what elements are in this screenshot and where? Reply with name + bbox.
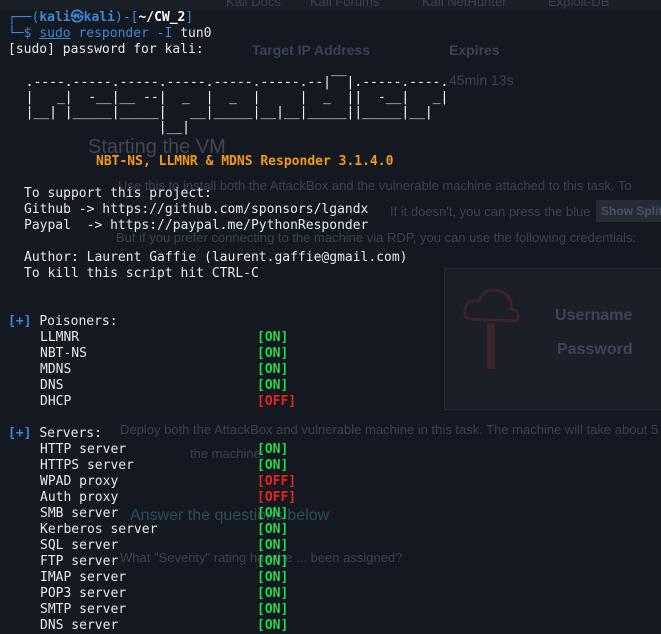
poisoners-tag: [+]	[8, 314, 32, 329]
status-row-label: SQL server	[40, 538, 119, 553]
prompt-bracket: ]	[185, 10, 194, 25]
status-on-badge: [ON]	[257, 538, 289, 553]
support-line: To support this project:	[24, 186, 212, 201]
poisoners-header: [+] Poisoners:	[8, 314, 118, 330]
status-on-badge: [ON]	[257, 522, 289, 537]
status-row: NBT-NS [ON]	[40, 346, 340, 362]
status-on-badge: [ON]	[257, 362, 289, 377]
status-on-badge: [ON]	[257, 602, 289, 617]
status-on-badge: [ON]	[257, 554, 289, 569]
status-row-label: DNS	[40, 378, 64, 393]
status-row: SMTP server [ON]	[40, 602, 340, 618]
support-paypal: Paypal -> https://paypal.me/PythonRespon…	[24, 218, 369, 233]
status-row-label: Kerberos server	[40, 522, 158, 537]
status-row-label: Auth proxy	[40, 490, 119, 505]
sudo-password-prompt: [sudo] password for kali:	[8, 42, 204, 57]
status-row: Kerberos server [ON]	[40, 522, 340, 538]
status-row-label: DHCP	[40, 394, 72, 409]
status-row: HTTP server [ON]	[40, 442, 340, 458]
status-on-badge: [ON]	[257, 346, 289, 361]
status-row-label: IMAP server	[40, 570, 127, 585]
prompt-line: ┌──(kali㉿kali)-[~/CW_2]	[8, 10, 193, 26]
status-row: IMAP server [ON]	[40, 570, 340, 586]
servers-tag: [+]	[8, 426, 32, 441]
status-row-label: NBT-NS	[40, 346, 87, 361]
status-off-badge: [OFF]	[257, 490, 297, 505]
status-row: DHCP [OFF]	[40, 394, 340, 410]
banner-ascii-line: | _| -__|__ --| _ | _ | | _ || -__| _|	[10, 90, 449, 105]
status-off-badge: [OFF]	[257, 394, 297, 409]
servers-label: Servers:	[39, 426, 102, 441]
status-on-badge: [ON]	[257, 570, 289, 585]
status-row: HTTPS server [ON]	[40, 458, 340, 474]
status-off-badge: [OFF]	[257, 474, 297, 489]
status-row-label: FTP server	[40, 554, 119, 569]
status-row: Auth proxy [OFF]	[40, 490, 340, 506]
status-row: SMB server [ON]	[40, 506, 340, 522]
poisoners-label: Poisoners:	[39, 314, 118, 329]
command-interface: tun0	[180, 26, 212, 41]
status-on-badge: [ON]	[257, 618, 289, 633]
status-row: DNS [ON]	[40, 378, 340, 394]
status-row-label: SMB server	[40, 506, 119, 521]
prompt-path: ~/CW_2	[138, 10, 186, 25]
status-row-label: LLMNR	[40, 330, 80, 345]
status-row: POP3 server [ON]	[40, 586, 340, 602]
status-on-badge: [ON]	[257, 458, 289, 473]
status-row-label: MDNS	[40, 362, 72, 377]
status-on-badge: [ON]	[257, 506, 289, 521]
status-row-label: HTTPS server	[40, 458, 134, 473]
prompt-user-host: kali㉿kali	[39, 10, 115, 25]
status-row: FTP server [ON]	[40, 554, 340, 570]
kill-hint-line: To kill this script hit CTRL-C	[24, 266, 259, 281]
status-on-badge: [ON]	[257, 442, 289, 457]
status-on-badge: [ON]	[257, 586, 289, 601]
status-row-label: SMTP server	[40, 602, 127, 617]
prompt-separator: )-[	[114, 10, 139, 25]
prompt-corner: ┌──(	[8, 10, 40, 25]
status-row: SQL server [ON]	[40, 538, 340, 554]
status-row: DNS server [ON]	[40, 618, 340, 634]
servers-header: [+] Servers:	[8, 426, 102, 442]
support-github: Github -> https://github.com/sponsors/lg…	[24, 202, 369, 217]
terminal-output[interactable]: ┌──(kali㉿kali)-[~/CW_2] └─$ sudo respond…	[0, 0, 661, 633]
command-text: responder -I	[78, 26, 173, 41]
prompt-dollar: └─$	[8, 26, 32, 41]
banner-ascii-line: .----.-----.-----.-----.-----.-----.--| …	[10, 75, 449, 90]
status-row: LLMNR [ON]	[40, 330, 340, 346]
banner-ascii-line: |__|	[10, 120, 191, 135]
author-line: Author: Laurent Gaffie (laurent.gaffie@g…	[24, 250, 408, 265]
status-on-badge: [ON]	[257, 378, 289, 393]
status-row: WPAD proxy [OFF]	[40, 474, 340, 490]
status-row-label: POP3 server	[40, 586, 127, 601]
status-on-badge: [ON]	[257, 330, 289, 345]
status-row-label: HTTP server	[40, 442, 127, 457]
command-sudo: sudo	[39, 26, 71, 41]
status-row-label: WPAD proxy	[40, 474, 119, 489]
status-row-label: DNS server	[40, 618, 119, 633]
banner-ascii-line: |__| |_____|_____| __|_____|__|__|_____|…	[10, 105, 433, 120]
banner-title: NBT-NS, LLMNR & MDNS Responder 3.1.4.0	[96, 154, 394, 169]
status-row: MDNS [ON]	[40, 362, 340, 378]
command-line: └─$ sudo responder -I tun0	[8, 26, 212, 42]
